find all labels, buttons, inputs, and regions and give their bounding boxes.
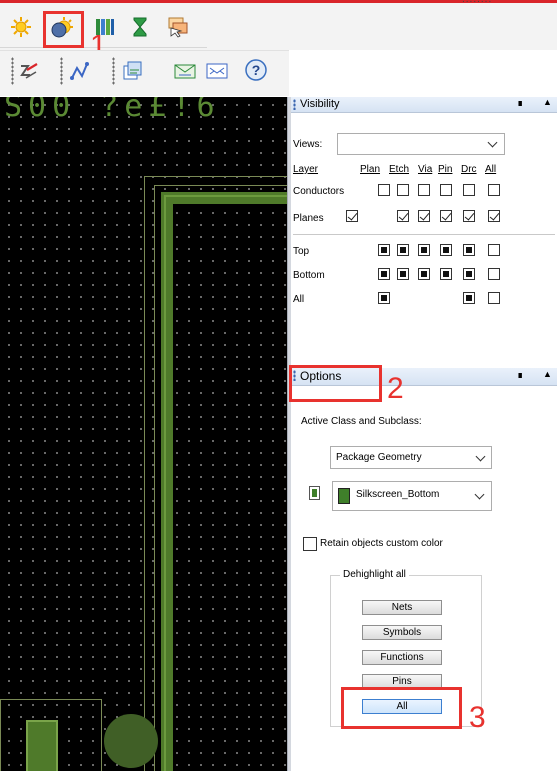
help-icon[interactable]: ? [243, 57, 269, 83]
planes-via-checkbox[interactable] [418, 210, 430, 222]
pin-icon[interactable]: ∎ [517, 98, 523, 109]
header-etch: Etch [389, 164, 410, 175]
planes-drc-checkbox[interactable] [463, 210, 475, 222]
color-columns-icon[interactable] [92, 14, 118, 40]
hourglass-icon[interactable] [127, 14, 153, 40]
bottom-color-swatch-3[interactable] [418, 268, 430, 280]
highlight-box-2 [289, 365, 382, 402]
annotation-3: 3 [469, 701, 486, 734]
row-label-conductors: Conductors [293, 186, 345, 197]
visibility-title: Visibility [300, 98, 340, 110]
views-dropdown[interactable] [337, 133, 505, 155]
symbols-button[interactable]: Symbols [362, 625, 442, 640]
row-label-all: All [293, 294, 305, 305]
header-drc: Drc [461, 164, 477, 175]
panel-grip [293, 99, 296, 110]
svg-text:?: ? [252, 62, 261, 78]
conductors-drc-checkbox[interactable] [463, 184, 475, 196]
toolbar-grip-2[interactable] [60, 57, 63, 85]
header-layer: Layer [293, 164, 319, 175]
bottom-color-swatch-5[interactable] [463, 268, 475, 280]
bottom-all-checkbox[interactable] [488, 268, 500, 280]
subclass-dropdown[interactable]: Silkscreen_Bottom [332, 481, 492, 511]
visibility-panel-header[interactable]: Visibility ∎ ▲ [291, 97, 557, 113]
envelope-icon[interactable] [172, 58, 198, 84]
top-color-swatch-5[interactable] [463, 244, 475, 256]
top-color-swatch-1[interactable] [378, 244, 390, 256]
canvas-pad-round [104, 714, 158, 768]
header-all: All [485, 164, 497, 175]
chevron-down-icon [475, 451, 486, 462]
canvas-pad-rect [26, 720, 58, 771]
planes-etch-checkbox[interactable] [397, 210, 409, 222]
layer-stack-icon[interactable] [165, 14, 191, 40]
bottom-color-swatch-2[interactable] [397, 268, 409, 280]
toolbar-grip[interactable] [11, 57, 14, 85]
row-label-top: Top [293, 246, 310, 257]
row-label-bottom: Bottom [293, 270, 325, 281]
all-color-swatch-5[interactable] [463, 292, 475, 304]
bottom-color-swatch-1[interactable] [378, 268, 390, 280]
highlight-box-3 [341, 687, 462, 729]
top-color-swatch-4[interactable] [440, 244, 452, 256]
dehighlight-group-label: Dehighlight all [340, 569, 409, 580]
conductors-plan-checkbox[interactable] [378, 184, 390, 196]
planes-pin-checkbox[interactable] [440, 210, 452, 222]
highlight-box-1 [43, 11, 84, 48]
views-label: Views: [293, 139, 323, 150]
header-plan: Plan [360, 164, 381, 175]
top-color-swatch-3[interactable] [418, 244, 430, 256]
top-all-checkbox[interactable] [488, 244, 500, 256]
all-color-swatch-1[interactable] [378, 292, 390, 304]
conductors-etch-checkbox[interactable] [397, 184, 409, 196]
subclass-color-icon[interactable] [309, 486, 320, 500]
chevron-down-icon [487, 137, 498, 148]
subclass-dropdown-value: Silkscreen_Bottom [356, 489, 440, 500]
chevron-down-icon [474, 489, 485, 500]
design-canvas[interactable]: S00 ?e£!6 [0, 97, 287, 771]
class-dropdown-value: Package Geometry [336, 452, 422, 463]
annotation-2: 2 [387, 372, 404, 405]
canvas-green-trace-inner [164, 195, 287, 771]
retain-color-checkbox[interactable] [303, 537, 317, 551]
canvas-silkscreen-text: S00 ?e£!6 [4, 97, 221, 124]
planes-all-checkbox[interactable] [488, 210, 500, 222]
row-label-planes: Planes [293, 213, 324, 224]
all-all-checkbox[interactable] [488, 292, 500, 304]
planes-checked-checkbox[interactable] [346, 210, 358, 222]
route-icon[interactable] [16, 58, 42, 84]
connect-lines-icon[interactable] [68, 58, 94, 84]
visibility-divider [293, 234, 555, 235]
mail-icon[interactable] [204, 58, 230, 84]
retain-color-label: Retain objects custom color [320, 538, 443, 549]
top-color-swatch-2[interactable] [397, 244, 409, 256]
functions-button[interactable]: Functions [362, 650, 442, 665]
class-dropdown[interactable]: Package Geometry [330, 446, 492, 469]
pin-icon-options[interactable]: ∎ [517, 370, 523, 381]
collapse-icon[interactable]: ▲ [543, 97, 552, 107]
active-class-label: Active Class and Subclass: [301, 416, 422, 427]
conductors-all-checkbox[interactable] [488, 184, 500, 196]
conductors-via-checkbox[interactable] [418, 184, 430, 196]
sun-icon[interactable] [8, 14, 34, 40]
header-via: Via [418, 164, 433, 175]
subclass-color-swatch [338, 488, 350, 504]
collapse-icon-options[interactable]: ▲ [543, 369, 552, 379]
toolbar-grip-3[interactable] [112, 57, 115, 85]
nets-button[interactable]: Nets [362, 600, 442, 615]
header-pin: Pin [438, 164, 453, 175]
bottom-color-swatch-4[interactable] [440, 268, 452, 280]
copy-layers-icon[interactable] [120, 58, 146, 84]
conductors-pin-checkbox[interactable] [440, 184, 452, 196]
